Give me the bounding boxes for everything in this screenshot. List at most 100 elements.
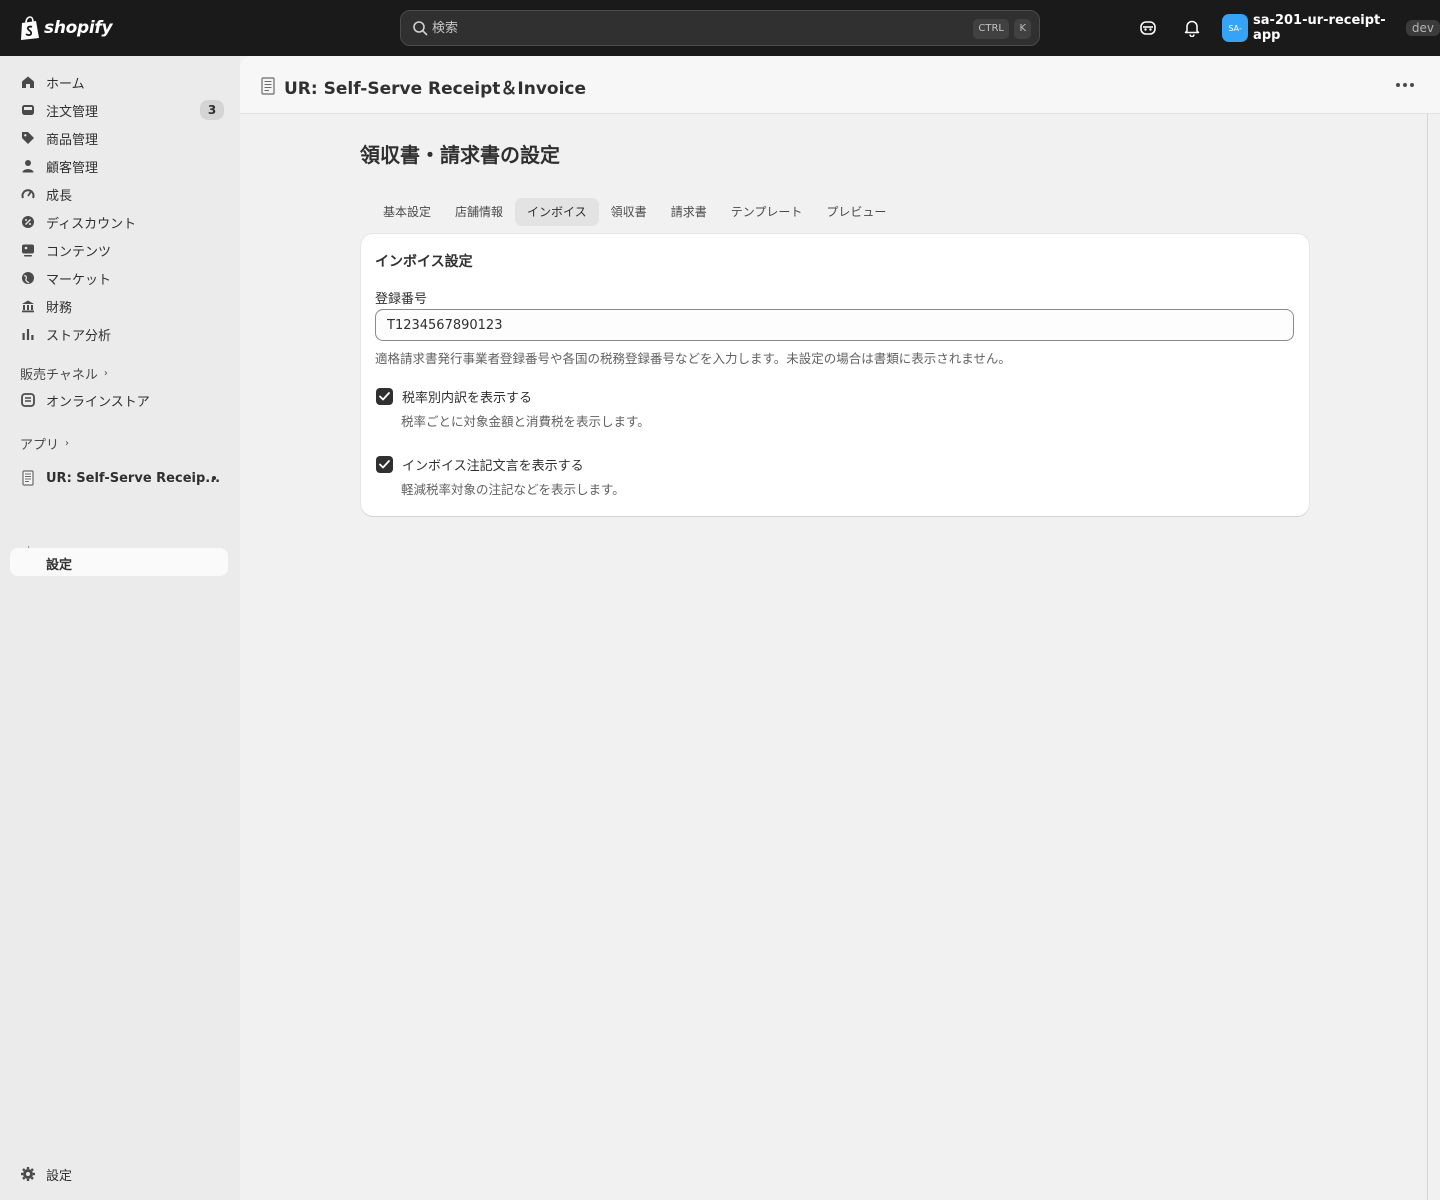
more-actions-button[interactable] [1396, 83, 1414, 87]
settings-tabs: 基本設定 店舗情報 インボイス 領収書 請求書 テンプレート プレビュー [371, 198, 898, 226]
sidekick-button[interactable] [1136, 16, 1160, 40]
sidebar-subitem-label: 設定 [46, 558, 73, 573]
checkmark-icon [379, 392, 390, 401]
receipt-icon [261, 77, 275, 95]
sidebar-item-label: ディスカウント [46, 216, 137, 232]
sidebar-subitem-settings[interactable]: 設定 [10, 548, 228, 576]
store-icon [20, 392, 36, 408]
sidebar-item-label: 財務 [46, 300, 73, 316]
scroll-divider [1427, 114, 1428, 1200]
sidebar-item-label: マーケット [46, 272, 112, 288]
global-search[interactable]: CTRL K [400, 10, 1040, 46]
settings-label: 設定 [46, 1168, 73, 1184]
more-dot-icon [1403, 83, 1407, 87]
sidebar-item-finance[interactable]: 財務 [10, 292, 228, 320]
sidebar-item-home[interactable]: ホーム [10, 68, 228, 96]
app-title-bar: UR: Self-Serve Receipt＆Invoice [240, 56, 1440, 114]
apps-header[interactable]: アプリ › [20, 434, 69, 453]
sidebar-item-markets[interactable]: マーケット [10, 264, 228, 292]
sidekick-icon [1140, 21, 1156, 35]
checkmark-icon [379, 460, 390, 469]
registration-number-input[interactable] [375, 309, 1294, 341]
shopify-wordmark: shopify [44, 18, 113, 38]
discount-icon [20, 214, 36, 230]
invoice-note-checkbox[interactable] [376, 456, 393, 473]
shopify-logo[interactable]: shopify [19, 15, 113, 41]
sidebar-item-label: UR: Self-Serve Receip... [46, 470, 221, 486]
invoice-note-help: 軽減税率対象の注記などを表示します。 [401, 482, 625, 497]
apps-label: アプリ [20, 438, 60, 453]
sales-channels-header[interactable]: 販売チャネル › [20, 364, 108, 383]
sidebar-item-label: ホーム [46, 76, 85, 92]
gear-icon [20, 1166, 36, 1182]
chart-icon [20, 326, 36, 342]
sidebar-item-label: 顧客管理 [46, 160, 99, 176]
shopify-bag-icon [21, 15, 39, 40]
tab-store-info[interactable]: 店舗情報 [443, 198, 515, 226]
sidebar-item-content[interactable]: コンテンツ [10, 236, 228, 264]
tab-receipt[interactable]: 領収書 [599, 198, 659, 226]
image-icon [20, 242, 36, 258]
sidebar-item-products[interactable]: 商品管理 [10, 124, 228, 152]
sidebar-item-discounts[interactable]: ディスカウント [10, 208, 228, 236]
invoice-note-label: インボイス注記文言を表示する [402, 459, 584, 474]
chevron-right-icon: › [65, 438, 70, 449]
app-title: UR: Self-Serve Receipt＆Invoice [284, 79, 587, 99]
avatar: SA- [1222, 14, 1249, 42]
sidebar-item-online-store[interactable]: オンラインストア [10, 386, 228, 414]
notifications-button[interactable] [1180, 16, 1204, 40]
sidebar-item-label: 成長 [46, 188, 73, 204]
chevron-right-icon: › [103, 368, 108, 379]
invoice-note-checkbox-row[interactable]: インボイス注記文言を表示する [376, 455, 584, 474]
tax-breakdown-label: 税率別内訳を表示する [402, 391, 533, 406]
registration-number-help: 適格請求書発行事業者登録番号や各国の税務登録番号などを入力します。未設定の場合は… [375, 351, 1011, 366]
tab-bill[interactable]: 請求書 [659, 198, 719, 226]
sidebar-item-growth[interactable]: 成長 [10, 180, 228, 208]
account-menu[interactable]: SA- sa-201-ur-receipt-app dev [1222, 13, 1440, 43]
sidebar: ホーム 注文管理 3 商品管理 顧客管理 成長 ディスカウント コンテンツ マー… [0, 56, 240, 1200]
invoice-settings-card: インボイス設定 登録番号 適格請求書発行事業者登録番号や各国の税務登録番号などを… [361, 234, 1309, 516]
sales-channels-label: 販売チャネル [20, 368, 98, 383]
card-title: インボイス設定 [375, 254, 473, 270]
sidebar-item-orders[interactable]: 注文管理 3 [10, 96, 228, 124]
app-menu-dot [212, 476, 216, 480]
person-icon [20, 158, 36, 174]
registration-number-label: 登録番号 [375, 292, 428, 307]
more-dot-icon [1410, 83, 1414, 87]
tax-breakdown-checkbox[interactable] [376, 388, 393, 405]
globe-icon [20, 270, 36, 286]
tab-basic[interactable]: 基本設定 [371, 198, 443, 226]
sidebar-item-analytics[interactable]: ストア分析 [10, 320, 228, 348]
tab-preview[interactable]: プレビュー [814, 198, 898, 226]
tax-breakdown-help: 税率ごとに対象金額と消費税を表示します。 [401, 414, 650, 429]
shortcut-ctrl-key: CTRL [973, 19, 1009, 39]
search-icon [413, 21, 428, 36]
main-content: UR: Self-Serve Receipt＆Invoice 領収書・請求書の設… [240, 56, 1440, 1200]
orders-count-badge: 3 [200, 100, 224, 120]
inbox-icon [20, 102, 36, 118]
sidebar-settings[interactable]: 設定 [10, 1160, 228, 1188]
top-bar: shopify CTRL K SA- sa-201-ur-receipt-app… [0, 0, 1440, 56]
sidebar-item-label: 注文管理 [46, 104, 99, 120]
shortcut-k-key: K [1014, 19, 1031, 39]
bell-icon [1184, 20, 1200, 37]
page-title: 領収書・請求書の設定 [360, 143, 560, 167]
sidebar-item-app[interactable]: UR: Self-Serve Receip... [10, 464, 228, 492]
home-icon [20, 74, 36, 90]
sidebar-item-label: オンラインストア [46, 394, 150, 410]
env-badge: dev [1405, 20, 1440, 36]
sidebar-item-label: ストア分析 [46, 328, 112, 344]
more-dot-icon [1396, 83, 1400, 87]
sidebar-item-label: コンテンツ [46, 244, 112, 260]
tax-breakdown-checkbox-row[interactable]: 税率別内訳を表示する [376, 387, 532, 406]
tab-invoice[interactable]: インボイス [515, 198, 599, 226]
search-input[interactable] [432, 11, 952, 45]
receipt-icon [20, 470, 36, 486]
bank-icon [20, 298, 36, 314]
store-name: sa-201-ur-receipt-app [1253, 13, 1386, 43]
sidebar-item-label: 商品管理 [46, 132, 99, 148]
tab-template[interactable]: テンプレート [719, 198, 815, 226]
sidebar-item-customers[interactable]: 顧客管理 [10, 152, 228, 180]
tag-icon [20, 130, 36, 146]
gauge-icon [20, 186, 36, 202]
